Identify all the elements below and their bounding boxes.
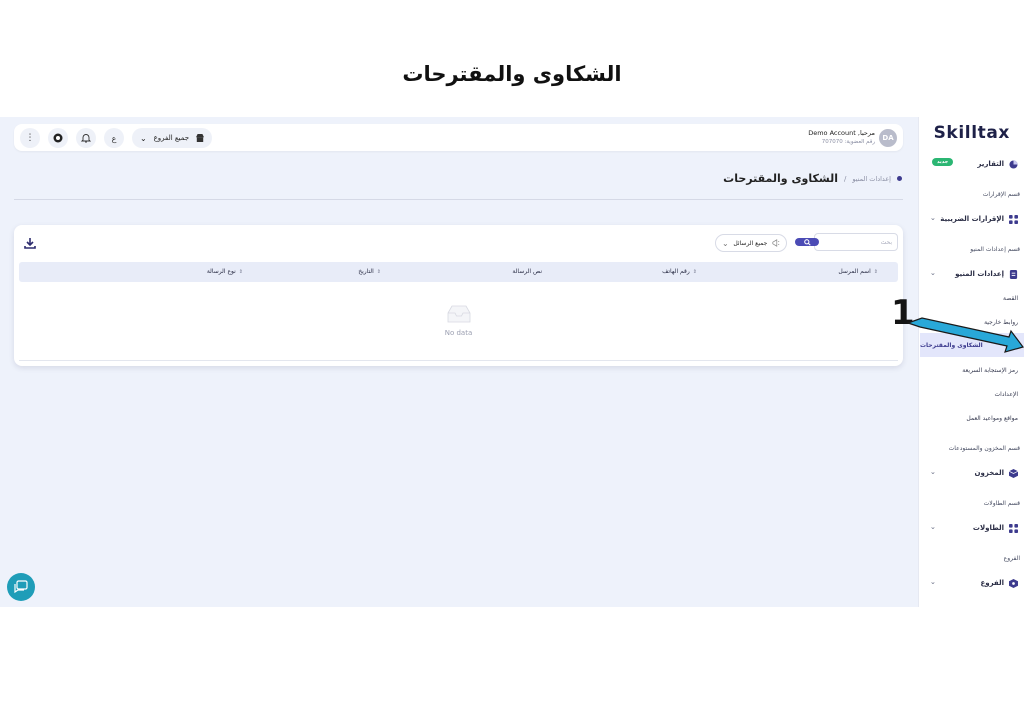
column-label: نص الرسالة [512, 268, 542, 275]
empty-text: No data [444, 329, 473, 337]
chevron-down-icon: ⌄ [930, 578, 936, 586]
sidebar-subitem-story[interactable]: القصة [1003, 295, 1018, 302]
search-icon [803, 238, 811, 246]
document-icon [1009, 269, 1018, 279]
app-window: Skilltax التقارير جديد قسم الإقرارات الإ… [0, 117, 1024, 607]
sidebar-section-title: قسم إعدادات المنيو [970, 246, 1020, 253]
branch-select-label: جميع الفروع [153, 134, 190, 142]
breadcrumb-separator: / [844, 174, 847, 183]
notifications-button[interactable] [76, 128, 96, 148]
search-input[interactable]: بحث [814, 233, 898, 251]
megaphone-icon [772, 239, 780, 247]
download-button[interactable] [22, 235, 38, 251]
record-button[interactable] [48, 128, 68, 148]
download-icon [24, 238, 36, 249]
sort-icon: ⇕ [238, 268, 243, 275]
chevron-down-icon: ⌄ [722, 238, 729, 248]
user-name: مرحبا, Demo Account [808, 129, 875, 137]
box-icon [1009, 468, 1018, 478]
sidebar-section-title: قسم المخزون والمستودعات [948, 445, 1020, 452]
message-type-select[interactable]: جميع الرسائل ⌄ [715, 234, 787, 252]
pie-chart-icon [1009, 159, 1018, 169]
message-type-label: جميع الرسائل [733, 239, 768, 247]
sidebar-item-inventory[interactable]: المخزون ⌄ [922, 464, 1018, 482]
grid-icon [1009, 214, 1018, 224]
breadcrumb-parent[interactable]: إعدادات المنيو [852, 175, 891, 183]
app-logo: Skilltax [933, 123, 1010, 143]
chevron-down-icon: ⌄ [930, 468, 936, 476]
search-button[interactable] [795, 238, 819, 246]
table-footer-line [19, 360, 898, 361]
annotation-arrow-icon [906, 317, 1024, 353]
document-title: الشكاوى والمقترحات [402, 62, 622, 86]
sidebar-item-tax-returns[interactable]: الإقرارات الضريبية ⌄ [922, 210, 1018, 228]
divider [14, 199, 903, 200]
sidebar-section-title: الفروع [1003, 555, 1020, 562]
sidebar-section-title: قسم الطاولات [983, 500, 1020, 507]
chat-icon [14, 580, 28, 594]
more-options-button[interactable]: ⋮ [20, 128, 40, 148]
top-bar: ⋮ ع جميع الفروع ⌄ DA مرحبا, Demo Account… [14, 124, 903, 151]
complaints-card: بحث جميع الرسائل ⌄ ⇕ اسم المرسل ⇕ رقم الها… [14, 225, 903, 366]
table-header: ⇕ اسم المرسل ⇕ رقم الهاتف نص الرسالة ⇕ التا… [19, 262, 898, 282]
column-label: نوع الرسالة [206, 268, 236, 275]
chevron-down-icon: ⌄ [930, 523, 936, 531]
sidebar-item-label: الإقرارات الضريبية [940, 215, 1004, 223]
sidebar-item-label: التقارير [977, 160, 1004, 168]
page-title: الشكاوى والمقترحات [723, 172, 839, 185]
sidebar-item-label: الطاولات [972, 524, 1004, 532]
column-message-type[interactable]: ⇕ نوع الرسالة [207, 268, 243, 275]
bell-icon [81, 134, 91, 143]
column-date[interactable]: ⇕ التاريخ [358, 268, 381, 275]
sort-icon: ⇕ [376, 268, 381, 275]
sidebar-item-reports[interactable]: التقارير جديد [922, 155, 1018, 173]
sort-icon: ⇕ [692, 268, 697, 275]
column-message-text[interactable]: نص الرسالة [512, 268, 542, 275]
sidebar-item-branches[interactable]: الفروع ⌄ [922, 574, 1018, 592]
branch-select[interactable]: جميع الفروع ⌄ [132, 128, 212, 148]
store-icon [196, 134, 204, 142]
vertical-dots-icon: ⋮ [25, 133, 35, 143]
empty-inbox-icon [447, 305, 470, 323]
breadcrumb-dot-icon [897, 176, 902, 181]
column-sender-name[interactable]: ⇕ اسم المرسل [838, 268, 878, 275]
column-label: اسم المرسل [838, 268, 871, 275]
new-badge: جديد [932, 158, 954, 166]
grid-icon [1009, 523, 1018, 533]
sidebar-section-title: قسم الإقرارات [982, 191, 1020, 198]
column-label: التاريخ [358, 268, 374, 275]
sidebar-item-label: الفروع [980, 579, 1004, 587]
user-profile[interactable]: DA مرحبا, Demo Account رقم العضوية: 7070… [808, 127, 897, 149]
column-label: رقم الهاتف [662, 268, 690, 275]
language-icon: ع [111, 133, 117, 143]
sidebar-item-label: المخزون [974, 469, 1004, 477]
sidebar-item-label: إعدادات المنيو [955, 270, 1004, 278]
circle-dot-icon [53, 133, 63, 143]
empty-state: No data [14, 305, 903, 337]
column-phone[interactable]: ⇕ رقم الهاتف [662, 268, 697, 275]
user-info: مرحبا, Demo Account رقم العضوية: 707070 [808, 129, 875, 147]
membership-number: رقم العضوية: 707070 [821, 139, 875, 145]
avatar: DA [879, 129, 897, 147]
sidebar-item-menu-settings[interactable]: إعدادات المنيو ⌄ [922, 265, 1018, 283]
sidebar-subitem-qr-code[interactable]: رمز الإستجابة السريعة [962, 367, 1018, 374]
branch-icon [1009, 578, 1018, 588]
sort-icon: ⇕ [873, 268, 878, 275]
breadcrumb: إعدادات المنيو / الشكاوى والمقترحات [723, 172, 902, 185]
chevron-down-icon: ⌄ [930, 214, 936, 222]
chevron-down-icon: ⌄ [930, 269, 936, 277]
sidebar-subitem-settings[interactable]: الإعدادات [995, 391, 1018, 398]
page: الشكاوى والمقترحات Skilltax التقارير جدي… [0, 0, 1024, 724]
chevron-down-icon: ⌄ [140, 133, 147, 143]
sidebar-subitem-locations[interactable]: مواقع ومواعيد العمل [966, 415, 1018, 422]
language-button[interactable]: ع [104, 128, 124, 148]
sidebar: Skilltax التقارير جديد قسم الإقرارات الإ… [918, 117, 1024, 607]
chat-button[interactable] [7, 573, 35, 601]
sidebar-item-tables[interactable]: الطاولات ⌄ [922, 519, 1018, 537]
